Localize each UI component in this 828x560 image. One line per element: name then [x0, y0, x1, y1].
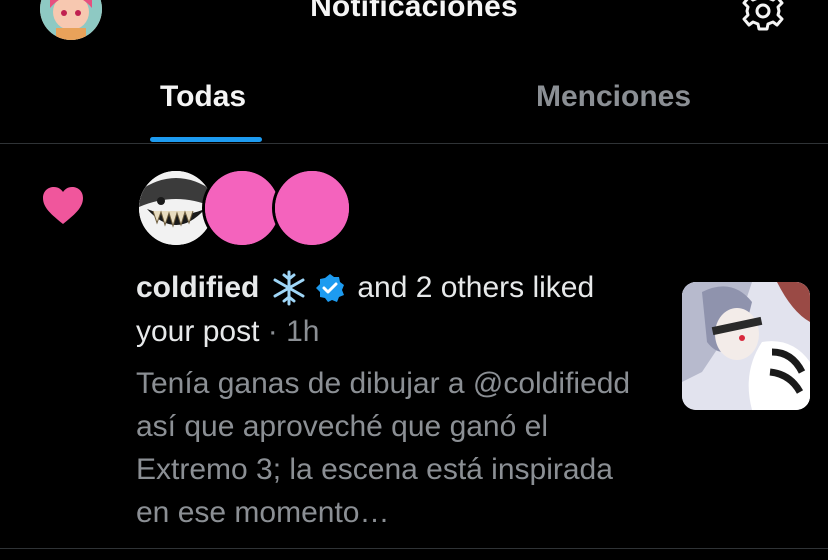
username[interactable]: coldified	[136, 271, 259, 305]
notification-headline: coldified and 2 others liked	[136, 270, 594, 306]
gear-icon[interactable]	[742, 0, 784, 32]
post-reference: your post	[136, 315, 260, 348]
snowflake-icon	[269, 270, 309, 306]
post-preview-text: Tenía ganas de dibujar a @coldifiedd así…	[136, 367, 631, 529]
item-divider	[0, 548, 828, 549]
active-tab-indicator	[150, 137, 262, 142]
page-title: Notificaciones	[310, 0, 518, 23]
action-text: and 2 others liked	[357, 271, 595, 304]
tab-menciones[interactable]: Menciones	[536, 80, 691, 114]
verified-badge-icon	[315, 273, 345, 303]
avatar[interactable]	[202, 168, 282, 248]
avatar[interactable]	[272, 168, 352, 248]
post-thumbnail[interactable]	[682, 282, 810, 410]
header: Notificaciones Todas Menciones	[0, 0, 828, 144]
tab-todas[interactable]: Todas	[160, 80, 246, 114]
separator: ·	[259, 315, 287, 348]
heart-icon	[42, 186, 84, 226]
liker-avatars	[136, 168, 356, 248]
notification-subline: your post · 1h	[136, 315, 319, 349]
header-divider	[0, 143, 828, 144]
timestamp: 1h	[286, 315, 320, 348]
